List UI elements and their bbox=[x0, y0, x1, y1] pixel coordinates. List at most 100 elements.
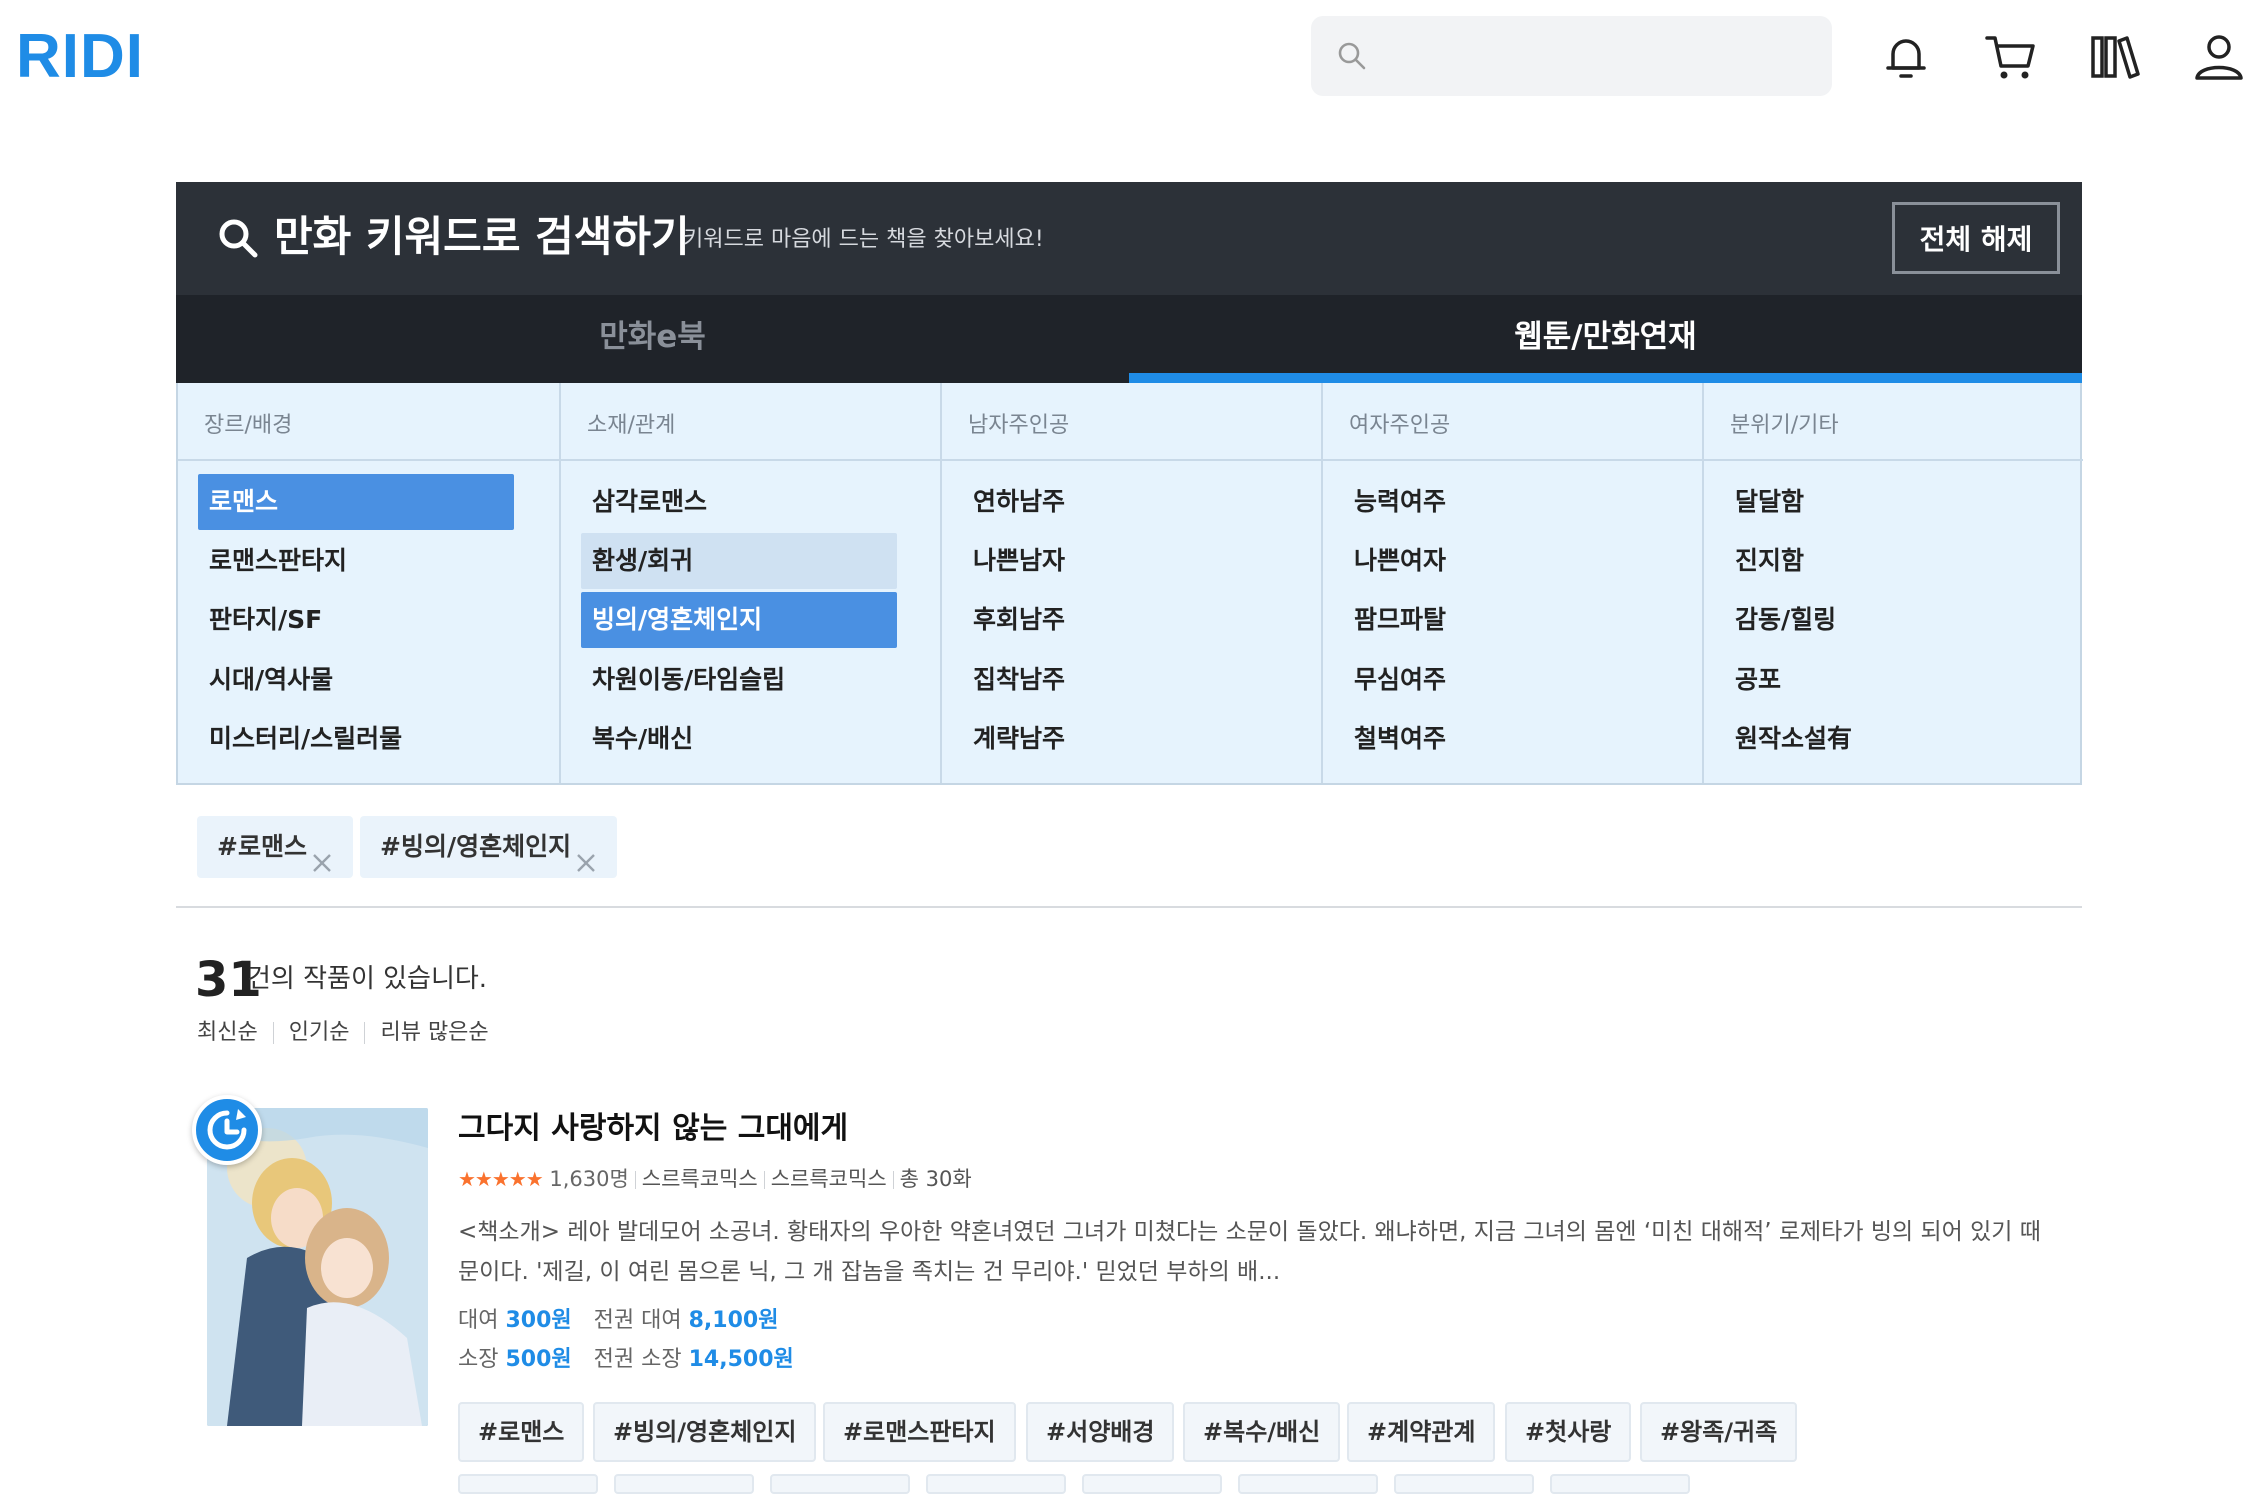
own-price: 500원 bbox=[505, 1347, 572, 1372]
rent-label: 대여 bbox=[458, 1308, 499, 1333]
keyword-bad-girl[interactable]: 나쁜여자 bbox=[1343, 533, 1659, 589]
section-divider bbox=[176, 906, 2082, 908]
reset-all-button[interactable]: 전체 해제 bbox=[1892, 202, 2060, 274]
sort-divider bbox=[272, 1022, 274, 1044]
keyword-mystery-thriller[interactable]: 미스터리/스릴러물 bbox=[198, 711, 514, 767]
own-all-label: 전권 소장 bbox=[593, 1347, 682, 1372]
rent-price: 300원 bbox=[505, 1308, 572, 1333]
keyword-historical[interactable]: 시대/역사물 bbox=[198, 652, 514, 708]
book-tag-partial[interactable] bbox=[1394, 1474, 1534, 1494]
book-description: <책소개> 레아 발데모어 소공녀. 황태자의 우아한 약혼녀였던 그녀가 미쳤… bbox=[458, 1219, 2041, 1285]
own-all-price: 14,500원 bbox=[688, 1347, 794, 1372]
keyword-column-material: 소재/관계 삼각로맨스 환생/회귀 빙의/영혼체인지 차원이동/타임슬립 복수/… bbox=[559, 383, 940, 783]
ridi-logo[interactable]: RIDI bbox=[16, 22, 144, 92]
keyword-indifferent-female-lead[interactable]: 무심여주 bbox=[1343, 652, 1659, 708]
search-icon bbox=[1336, 40, 1368, 72]
sort-most-reviews[interactable]: 리뷰 많은순 bbox=[380, 1018, 488, 1048]
search-input[interactable] bbox=[1383, 16, 1813, 96]
own-label: 소장 bbox=[458, 1347, 499, 1372]
keyword-horror[interactable]: 공포 bbox=[1724, 652, 2040, 708]
remove-tag-icon[interactable] bbox=[311, 835, 333, 872]
keyword-column-mood: 분위기/기타 달달함 진지함 감동/힐링 공포 원작소설有 bbox=[1702, 383, 2083, 783]
magnifier-icon bbox=[216, 216, 260, 260]
book-tag-partial[interactable] bbox=[1238, 1474, 1378, 1494]
book-publisher[interactable]: 스르륵코믹스 bbox=[771, 1167, 887, 1191]
keyword-grid: 장르/배경 로맨스 로맨스판타지 판타지/SF 시대/역사물 미스터리/스릴러물… bbox=[176, 383, 2083, 785]
library-icon[interactable] bbox=[2087, 28, 2145, 86]
bell-icon[interactable] bbox=[1877, 28, 1935, 86]
tab-comic-ebook[interactable]: 만화e북 bbox=[176, 295, 1129, 383]
tab-webtoon[interactable]: 웹툰/만화연재 bbox=[1129, 295, 2082, 383]
panel-subtitle: 키워드로 마음에 드는 책을 찾아보세요! bbox=[683, 227, 1044, 252]
book-tag[interactable]: #계약관계 bbox=[1347, 1402, 1496, 1462]
book-total-episodes: 총 30화 bbox=[899, 1167, 972, 1191]
own-price-line: 소장 500원 전권 소장 14,500원 bbox=[458, 1345, 794, 1375]
book-tag-partial[interactable] bbox=[614, 1474, 754, 1494]
book-author[interactable]: 스르륵코믹스 bbox=[642, 1167, 758, 1191]
book-tag-partial[interactable] bbox=[1550, 1474, 1690, 1494]
meta-divider bbox=[634, 1171, 636, 1189]
keyword-column-male-lead: 남자주인공 연하남주 나쁜남자 후회남주 집착남주 계략남주 bbox=[940, 383, 1321, 783]
rent-all-price: 8,100원 bbox=[688, 1308, 779, 1333]
keyword-healing[interactable]: 감동/힐링 bbox=[1724, 592, 2040, 648]
keyword-obsessive-male-lead[interactable]: 집착남주 bbox=[962, 652, 1278, 708]
column-header: 여자주인공 bbox=[1323, 383, 1702, 461]
column-header: 남자주인공 bbox=[942, 383, 1321, 461]
user-icon[interactable] bbox=[2190, 28, 2248, 86]
keyword-younger-male-lead[interactable]: 연하남주 bbox=[962, 474, 1278, 530]
waiting-free-badge bbox=[192, 1095, 262, 1165]
category-tabs: 만화e북 웹툰/만화연재 bbox=[176, 295, 2082, 383]
book-tag[interactable]: #서양배경 bbox=[1026, 1402, 1175, 1462]
keyword-guarded-female-lead[interactable]: 철벽여주 bbox=[1343, 711, 1659, 767]
keyword-time-slip[interactable]: 차원이동/타임슬립 bbox=[581, 652, 897, 708]
keyword-column-female-lead: 여자주인공 능력여주 나쁜여자 팜므파탈 무심여주 철벽여주 bbox=[1321, 383, 1702, 783]
keyword-sweet[interactable]: 달달함 bbox=[1724, 474, 2040, 530]
book-title[interactable]: 그다지 사랑하지 않는 그대에게 bbox=[458, 1108, 848, 1150]
sort-latest[interactable]: 최신순 bbox=[197, 1018, 258, 1048]
remove-tag-icon[interactable] bbox=[575, 835, 597, 872]
sort-popular[interactable]: 인기순 bbox=[289, 1018, 350, 1048]
panel-header: 만화 키워드로 검색하기 키워드로 마음에 드는 책을 찾아보세요! 전체 해제 bbox=[176, 182, 2082, 295]
book-tag[interactable]: #왕족/귀족 bbox=[1640, 1402, 1798, 1462]
keyword-panel: 만화 키워드로 검색하기 키워드로 마음에 드는 책을 찾아보세요! 전체 해제… bbox=[176, 182, 2083, 785]
cart-icon[interactable] bbox=[1982, 28, 2040, 86]
book-tag-partial[interactable] bbox=[770, 1474, 910, 1494]
rent-price-line: 대여 300원 전권 대여 8,100원 bbox=[458, 1306, 778, 1336]
book-tag[interactable]: #로맨스판타지 bbox=[823, 1402, 1016, 1462]
keyword-romance-fantasy[interactable]: 로맨스판타지 bbox=[198, 533, 514, 589]
book-tag[interactable]: #복수/배신 bbox=[1183, 1402, 1341, 1462]
selected-tag-romance[interactable]: #로맨스 bbox=[197, 816, 353, 878]
panel-title: 만화 키워드로 검색하기 bbox=[274, 212, 690, 261]
keyword-reincarnation[interactable]: 환생/회귀 bbox=[581, 533, 897, 589]
book-tag-partial[interactable] bbox=[926, 1474, 1066, 1494]
book-tag[interactable]: #로맨스 bbox=[458, 1402, 585, 1462]
selected-tag-label: #빙의/영혼체인지 bbox=[380, 832, 572, 861]
book-tag[interactable]: #빙의/영혼체인지 bbox=[593, 1402, 817, 1462]
keyword-revenge[interactable]: 복수/배신 bbox=[581, 711, 897, 767]
keyword-scheming-male-lead[interactable]: 계략남주 bbox=[962, 711, 1278, 767]
keyword-fantasy-sf[interactable]: 판타지/SF bbox=[198, 592, 514, 648]
book-tag[interactable]: #첫사랑 bbox=[1505, 1402, 1632, 1462]
selected-tag-label: #로맨스 bbox=[217, 832, 307, 861]
keyword-possession[interactable]: 빙의/영혼체인지 bbox=[581, 592, 897, 648]
meta-divider bbox=[892, 1171, 894, 1189]
keyword-serious[interactable]: 진지함 bbox=[1724, 533, 2040, 589]
search-box[interactable] bbox=[1311, 16, 1832, 96]
book-tag-partial[interactable] bbox=[1082, 1474, 1222, 1494]
keyword-regretful-male-lead[interactable]: 후회남주 bbox=[962, 592, 1278, 648]
keyword-romance[interactable]: 로맨스 bbox=[198, 474, 514, 530]
top-bar: RIDI bbox=[0, 0, 2250, 115]
keyword-femme-fatale[interactable]: 팜므파탈 bbox=[1343, 592, 1659, 648]
keyword-bad-boy[interactable]: 나쁜남자 bbox=[962, 533, 1278, 589]
rating-stars: ★★★★★ bbox=[458, 1167, 544, 1191]
book-meta: ★★★★★ 1,630명 스르륵코믹스 스르륵코믹스 총 30화 bbox=[458, 1164, 972, 1194]
selected-tag-possession[interactable]: #빙의/영혼체인지 bbox=[360, 816, 618, 878]
keyword-original-novel[interactable]: 원작소설有 bbox=[1724, 711, 2040, 767]
keyword-capable-female-lead[interactable]: 능력여주 bbox=[1343, 474, 1659, 530]
keyword-love-triangle[interactable]: 삼각로맨스 bbox=[581, 474, 897, 530]
sort-options: 최신순 인기순 리뷰 많은순 bbox=[197, 1018, 489, 1048]
column-header: 소재/관계 bbox=[561, 383, 940, 461]
book-tag-partial[interactable] bbox=[458, 1474, 598, 1494]
keyword-column-genre: 장르/배경 로맨스 로맨스판타지 판타지/SF 시대/역사물 미스터리/스릴러물 bbox=[178, 383, 559, 783]
result-count-text: 건의 작품이 있습니다. bbox=[247, 964, 488, 994]
